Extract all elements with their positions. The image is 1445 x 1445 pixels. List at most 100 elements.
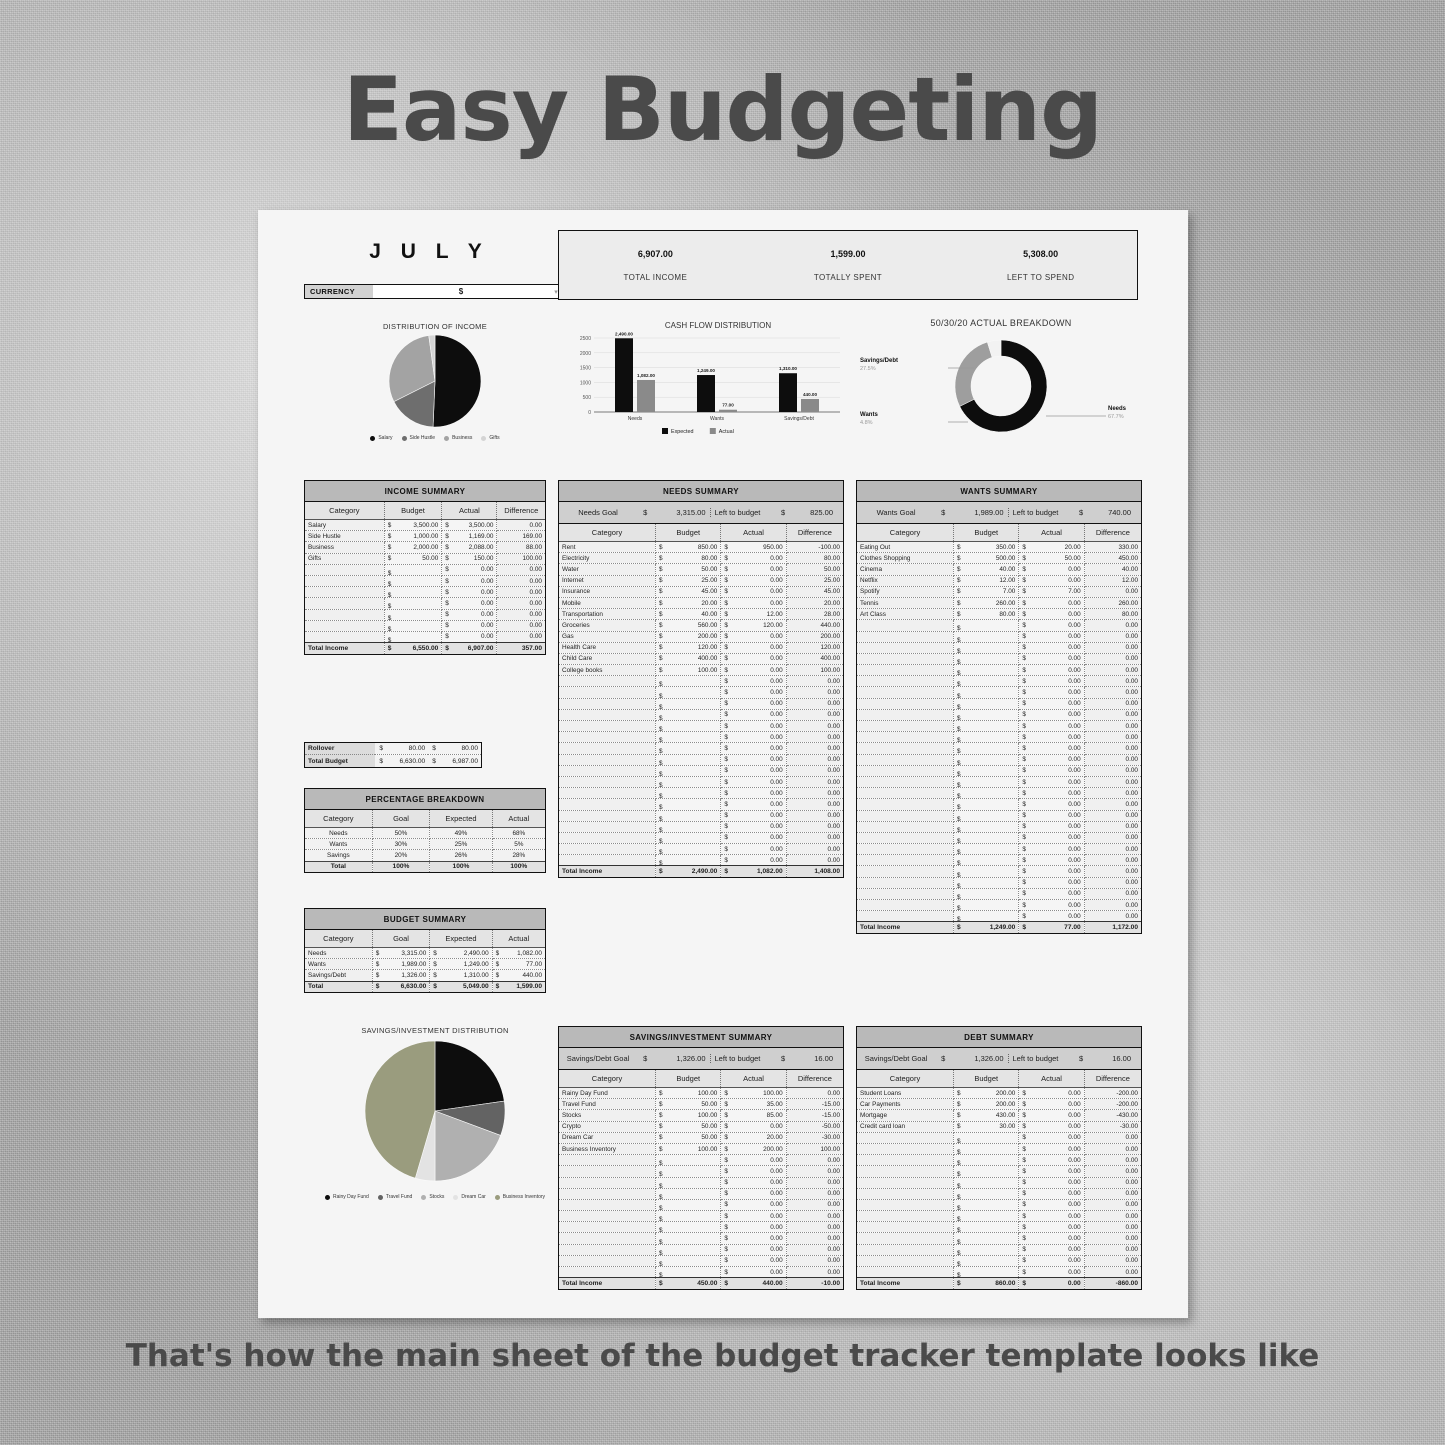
cell-category[interactable] xyxy=(857,798,955,811)
cell-amount[interactable]: $45.00 xyxy=(655,586,722,598)
cell-amount[interactable]: $ xyxy=(655,1221,722,1234)
cell-amount[interactable]: $0.00 xyxy=(1018,798,1085,811)
cell-category[interactable] xyxy=(857,843,955,856)
cell-amount[interactable]: $0.00 xyxy=(720,765,787,777)
cell-amount[interactable]: $0.00 xyxy=(441,575,498,588)
cell-amount[interactable]: $ xyxy=(953,854,1020,867)
cell[interactable]: Savings xyxy=(305,849,373,862)
cell-amount[interactable]: $0.00 xyxy=(720,631,787,643)
table-row[interactable]: College books $100.00 $0.00 100.00 xyxy=(559,664,843,677)
cell-amount[interactable]: $0.00 xyxy=(720,664,787,677)
cell-amount[interactable]: $0.00 xyxy=(441,631,498,644)
cell-amount[interactable]: $ xyxy=(953,1165,1020,1178)
table-row[interactable]: Rollover $80.00 $80.00 xyxy=(305,743,481,756)
cell-amount[interactable]: $ xyxy=(655,742,722,755)
cell-difference[interactable]: 0.00 xyxy=(1084,1165,1141,1178)
cell-amount[interactable]: $ xyxy=(655,1188,722,1200)
cell-amount[interactable]: $0.00 xyxy=(1018,810,1085,822)
cell-category[interactable]: Credit card loan xyxy=(857,1121,955,1133)
cell-amount[interactable]: $1,249.00 xyxy=(429,958,493,971)
cell-category[interactable] xyxy=(305,620,385,632)
cell-amount[interactable]: $ xyxy=(655,1232,722,1245)
cell-amount[interactable]: $120.00 xyxy=(655,642,722,654)
table-row[interactable]: $ $0.00 0.00 xyxy=(857,731,1141,744)
cell[interactable]: 30% xyxy=(372,838,431,851)
cell-amount[interactable]: $ xyxy=(953,675,1020,688)
table-row[interactable]: Side Hustle $1,000.00 $1,169.00 169.00 xyxy=(305,530,545,543)
cell-difference[interactable]: 12.00 xyxy=(1084,575,1141,587)
cell-amount[interactable]: $2,000.00 xyxy=(384,541,443,554)
cell-amount[interactable]: $0.00 xyxy=(1018,653,1085,666)
table-row[interactable]: Wants $1,989.00 $1,249.00 $77.00 xyxy=(305,958,545,971)
table-row[interactable]: $ $0.00 0.00 xyxy=(857,1244,1141,1256)
cell-category[interactable]: Car Payments xyxy=(857,1098,955,1111)
cell-difference[interactable]: 0.00 xyxy=(1084,1210,1141,1223)
cell-amount[interactable]: $50.00 xyxy=(384,553,443,565)
cell-amount[interactable]: $260.00 xyxy=(953,597,1020,610)
cell-amount[interactable]: $ xyxy=(655,675,722,688)
table-row[interactable]: $ $0.00 0.00 xyxy=(559,765,843,777)
cell-category[interactable]: Crypto xyxy=(559,1121,657,1133)
cell-difference[interactable]: 440.00 xyxy=(786,619,843,632)
cell-category[interactable] xyxy=(857,754,955,766)
cell[interactable]: 49% xyxy=(429,827,493,840)
cell-amount[interactable]: $0.00 xyxy=(720,709,787,722)
cell-difference[interactable]: 400.00 xyxy=(786,653,843,666)
cell-difference[interactable]: 0.00 xyxy=(1084,664,1141,677)
cell-amount[interactable]: $3,315.00 xyxy=(372,947,431,960)
cell-amount[interactable]: $ xyxy=(953,731,1020,744)
table-row[interactable]: $ $0.00 0.00 xyxy=(857,798,1141,811)
cell-difference[interactable]: 28.00 xyxy=(786,608,843,621)
cell-difference[interactable]: 0.00 xyxy=(786,854,843,867)
cell-amount[interactable]: $0.00 xyxy=(720,1154,787,1167)
cell-difference[interactable]: 25.00 xyxy=(786,575,843,587)
cell-difference[interactable]: 80.00 xyxy=(1084,608,1141,621)
cell-amount[interactable]: $0.00 xyxy=(720,821,787,833)
cell-category[interactable]: Transportation xyxy=(559,608,657,621)
cell-category[interactable] xyxy=(857,1199,955,1212)
cell-amount[interactable]: $ xyxy=(953,698,1020,710)
cell-difference[interactable]: 0.00 xyxy=(786,754,843,766)
cell-amount[interactable]: $400.00 xyxy=(655,653,722,666)
cell-category[interactable] xyxy=(559,1255,657,1268)
cell-difference[interactable]: -30.00 xyxy=(1084,1121,1141,1133)
cell-difference[interactable]: 0.00 xyxy=(1084,877,1141,889)
table-row[interactable]: $ $0.00 0.00 xyxy=(559,1165,843,1178)
table-row[interactable]: $ $0.00 0.00 xyxy=(305,597,545,610)
cell-amount[interactable]: $ xyxy=(953,1244,1020,1256)
cell-category[interactable]: Rainy Day Fund xyxy=(559,1087,657,1100)
table-row[interactable]: Internet $25.00 $0.00 25.00 xyxy=(559,575,843,587)
cell-amount[interactable]: $1,326.00 xyxy=(372,969,431,982)
table-row[interactable]: $ $0.00 0.00 xyxy=(857,810,1141,822)
cell-difference[interactable]: 0.00 xyxy=(786,787,843,800)
cell-difference[interactable]: 0.00 xyxy=(496,519,545,532)
cell[interactable]: 28% xyxy=(492,849,545,862)
cell-difference[interactable]: 0.00 xyxy=(1084,910,1141,923)
cell-category[interactable] xyxy=(857,742,955,755)
cell-category[interactable] xyxy=(857,1143,955,1156)
table-row[interactable]: $ $0.00 0.00 xyxy=(857,720,1141,733)
cell-amount[interactable]: $0.00 xyxy=(1018,608,1085,621)
cell-category[interactable]: Mobile xyxy=(559,597,657,610)
cell-category[interactable] xyxy=(857,675,955,688)
cell[interactable]: 50% xyxy=(372,827,431,840)
cell-amount[interactable]: $0.00 xyxy=(720,586,787,598)
table-row[interactable]: $ $0.00 0.00 xyxy=(857,1154,1141,1167)
cell-difference[interactable]: 0.00 xyxy=(1084,642,1141,654)
cell-category[interactable] xyxy=(305,586,385,599)
cell-amount[interactable]: $ xyxy=(953,754,1020,766)
cell-amount[interactable]: $0.00 xyxy=(1018,1165,1085,1178)
cell-difference[interactable]: -30.00 xyxy=(786,1132,843,1144)
cell-amount[interactable]: $ xyxy=(655,832,722,845)
table-row[interactable]: $ $0.00 0.00 xyxy=(857,854,1141,867)
table-row[interactable]: $ $0.00 0.00 xyxy=(305,564,545,576)
cell-difference[interactable]: 0.00 xyxy=(1084,709,1141,722)
cell[interactable]: 5% xyxy=(492,838,545,851)
cell-difference[interactable]: 0.00 xyxy=(786,832,843,845)
cell-amount[interactable]: $200.00 xyxy=(953,1087,1020,1100)
table-row[interactable]: $ $0.00 0.00 xyxy=(559,1210,843,1223)
cell-amount[interactable]: $0.00 xyxy=(1018,1087,1085,1100)
cell-category[interactable]: Stocks xyxy=(559,1109,657,1122)
cell-amount[interactable]: $100.00 xyxy=(720,1087,787,1100)
cell-difference[interactable]: 0.00 xyxy=(1084,1266,1141,1279)
